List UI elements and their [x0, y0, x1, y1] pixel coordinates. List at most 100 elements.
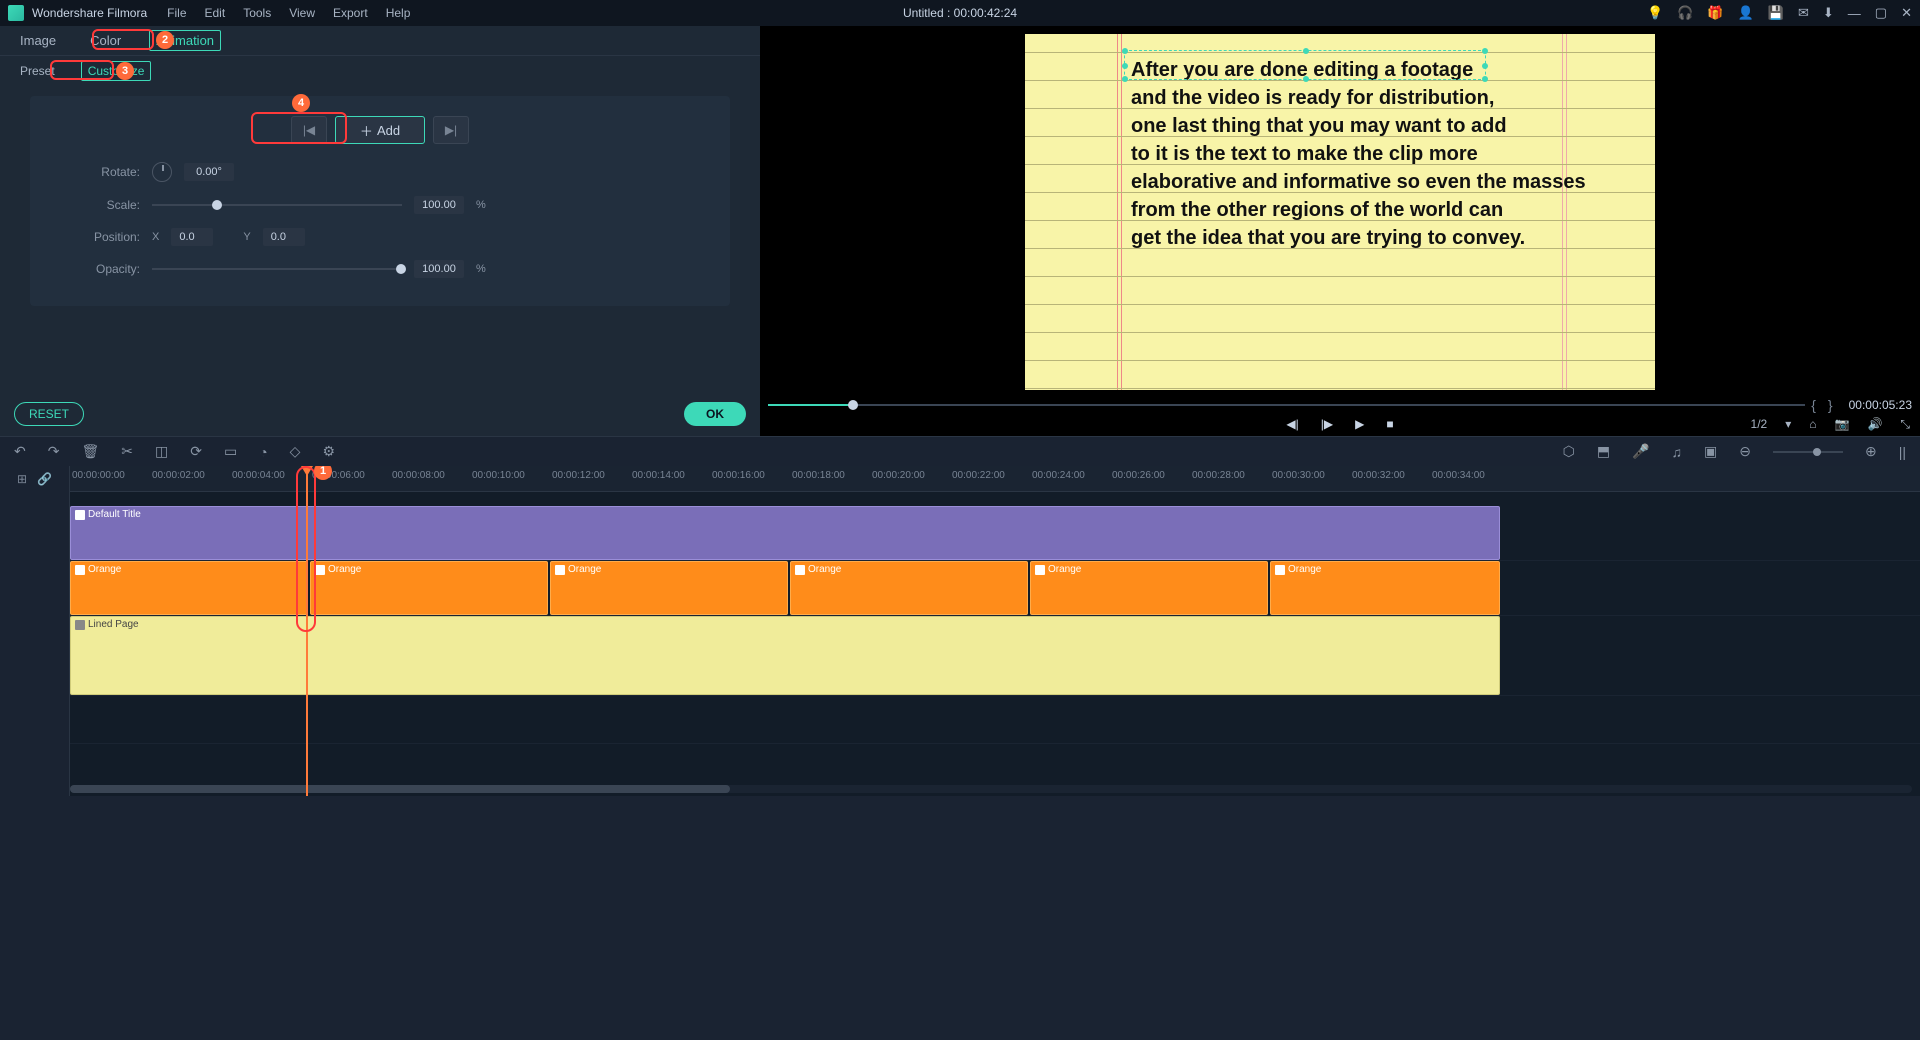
prev-keyframe-button[interactable]: |◀: [291, 116, 327, 144]
scale-slider[interactable]: [152, 204, 402, 206]
selection-box[interactable]: [1124, 50, 1486, 80]
position-y-input[interactable]: 0.0: [263, 228, 305, 246]
snapshot-icon[interactable]: 📷: [1834, 417, 1849, 431]
voiceover-icon[interactable]: 🎤: [1632, 443, 1649, 460]
image-clip-icon: [75, 565, 85, 575]
preview-viewport[interactable]: After you are done editing a footage and…: [760, 26, 1920, 398]
display-icon[interactable]: ⌂: [1809, 417, 1816, 431]
scale-value[interactable]: 100.00: [414, 196, 464, 214]
zoom-in-icon[interactable]: ⊕: [1865, 443, 1877, 460]
track-audio-1[interactable]: ♪1🔒🔈: [70, 710, 1920, 744]
adjust-icon[interactable]: ⚙: [322, 443, 335, 460]
split-icon[interactable]: ✂: [121, 443, 133, 460]
support-icon[interactable]: 🎧: [1677, 5, 1693, 21]
opacity-value[interactable]: 100.00: [414, 260, 464, 278]
maximize-icon[interactable]: ▢: [1875, 5, 1887, 21]
preview-ratio[interactable]: 1/2: [1751, 417, 1768, 431]
menu-tools[interactable]: Tools: [243, 6, 271, 20]
position-x-input[interactable]: 0.0: [171, 228, 213, 246]
next-frame-button[interactable]: |▶: [1321, 417, 1333, 431]
clip-orange-2[interactable]: Orange: [310, 561, 548, 615]
image-clip-icon: [75, 620, 85, 630]
image-clip-icon: [1275, 565, 1285, 575]
timeline-ruler[interactable]: 00:00:00:00 00:00:02:00 00:00:04:00 00:0…: [70, 466, 1920, 492]
mark-in-icon[interactable]: {: [1811, 397, 1816, 413]
track-3[interactable]: ▣3🔒👁 Default Title: [70, 506, 1920, 561]
player-time: 00:00:05:23: [1849, 398, 1912, 412]
color-icon[interactable]: ▭: [224, 443, 237, 460]
mask-icon[interactable]: ▣: [1704, 443, 1717, 460]
animation-controls: |◀ ＋Add ▶| 4 Rotate: 0.00° Scale: 100.00…: [30, 96, 730, 306]
ok-button[interactable]: OK: [684, 402, 746, 426]
chevron-down-icon[interactable]: ▾: [1785, 417, 1791, 431]
track-add-icon[interactable]: ⊞: [17, 472, 27, 486]
tips-icon[interactable]: 💡: [1647, 5, 1663, 21]
speed-icon[interactable]: ⟳: [190, 443, 202, 460]
clip-orange-4[interactable]: Orange: [790, 561, 1028, 615]
preview-content: After you are done editing a footage and…: [1025, 34, 1655, 390]
volume-icon[interactable]: 🔊: [1867, 417, 1882, 431]
playhead[interactable]: [306, 466, 308, 796]
image-clip-icon: [555, 565, 565, 575]
clip-orange-1[interactable]: Orange: [70, 561, 308, 615]
titlebar: Wondershare Filmora File Edit Tools View…: [0, 0, 1920, 26]
play-button[interactable]: ▶: [1355, 417, 1364, 431]
save-icon[interactable]: 💾: [1768, 5, 1784, 21]
clip-orange-3[interactable]: Orange: [550, 561, 788, 615]
menu-help[interactable]: Help: [386, 6, 411, 20]
tab-image[interactable]: Image: [14, 31, 62, 50]
clip-orange-6[interactable]: Orange: [1270, 561, 1500, 615]
rotate-value[interactable]: 0.00°: [184, 163, 234, 181]
undo-icon[interactable]: ↶: [14, 443, 26, 460]
image-clip-icon: [795, 565, 805, 575]
zoom-out-icon[interactable]: ⊖: [1739, 443, 1751, 460]
timeline-body[interactable]: 00:00:00:00 00:00:02:00 00:00:04:00 00:0…: [70, 466, 1920, 796]
minimize-icon[interactable]: —: [1848, 6, 1861, 21]
download-icon[interactable]: ⬇: [1823, 5, 1834, 21]
audio-mixer-icon[interactable]: ♫: [1672, 444, 1683, 460]
plus-icon: ＋: [360, 121, 373, 140]
link-icon[interactable]: 🔗: [37, 472, 52, 486]
menu-view[interactable]: View: [289, 6, 315, 20]
prev-frame-button[interactable]: ◀|: [1286, 417, 1298, 431]
zoom-slider[interactable]: [1773, 451, 1843, 453]
clip-lined-page[interactable]: Lined Page: [70, 616, 1500, 695]
marker-icon[interactable]: ⬒: [1597, 443, 1610, 460]
clip-orange-5[interactable]: Orange: [1030, 561, 1268, 615]
text-clip-icon: [75, 510, 85, 520]
reset-button[interactable]: RESET: [14, 402, 84, 426]
redo-icon[interactable]: ↷: [48, 443, 60, 460]
image-clip-icon: [1035, 565, 1045, 575]
track-2[interactable]: ▣2🔒👁 Orange Orange Orange Orange Orange …: [70, 561, 1920, 616]
fullscreen-icon[interactable]: ⤡: [1900, 417, 1910, 432]
tab-color[interactable]: Color: [84, 31, 127, 50]
close-icon[interactable]: ✕: [1901, 5, 1912, 21]
greenscreen-icon[interactable]: ◔: [259, 444, 267, 460]
next-keyframe-button[interactable]: ▶|: [433, 116, 469, 144]
track-1[interactable]: ▣1🔒👁 Lined Page: [70, 616, 1920, 696]
stop-button[interactable]: ■: [1386, 417, 1393, 431]
window-controls: 💡 🎧 🎁 👤 💾 ✉ ⬇ — ▢ ✕: [1647, 5, 1912, 21]
menu-export[interactable]: Export: [333, 6, 368, 20]
crop-icon[interactable]: ◫: [155, 443, 168, 460]
track-headers: ⊞ 🔗: [0, 466, 70, 796]
rotate-knob[interactable]: [152, 162, 172, 182]
add-keyframe-button[interactable]: ＋Add: [335, 116, 425, 144]
app-name: Wondershare Filmora: [32, 6, 147, 20]
opacity-slider[interactable]: [152, 268, 402, 270]
render-icon[interactable]: ⬡: [1563, 443, 1575, 460]
mail-icon[interactable]: ✉: [1798, 5, 1809, 21]
mark-out-icon[interactable]: }: [1828, 397, 1833, 413]
menu-file[interactable]: File: [167, 6, 186, 20]
player-progress[interactable]: [768, 404, 1805, 406]
timeline-scrollbar[interactable]: [70, 785, 1912, 793]
zoom-fit-icon[interactable]: ||: [1899, 444, 1906, 460]
keyframe-icon[interactable]: ◇: [290, 443, 301, 460]
gift-icon[interactable]: 🎁: [1707, 5, 1723, 21]
account-icon[interactable]: 👤: [1738, 5, 1754, 21]
subtab-preset[interactable]: Preset: [14, 62, 61, 80]
scale-label: Scale:: [70, 198, 140, 212]
delete-icon[interactable]: 🗑: [81, 443, 99, 460]
menu-edit[interactable]: Edit: [205, 6, 226, 20]
clip-default-title[interactable]: Default Title: [70, 506, 1500, 560]
